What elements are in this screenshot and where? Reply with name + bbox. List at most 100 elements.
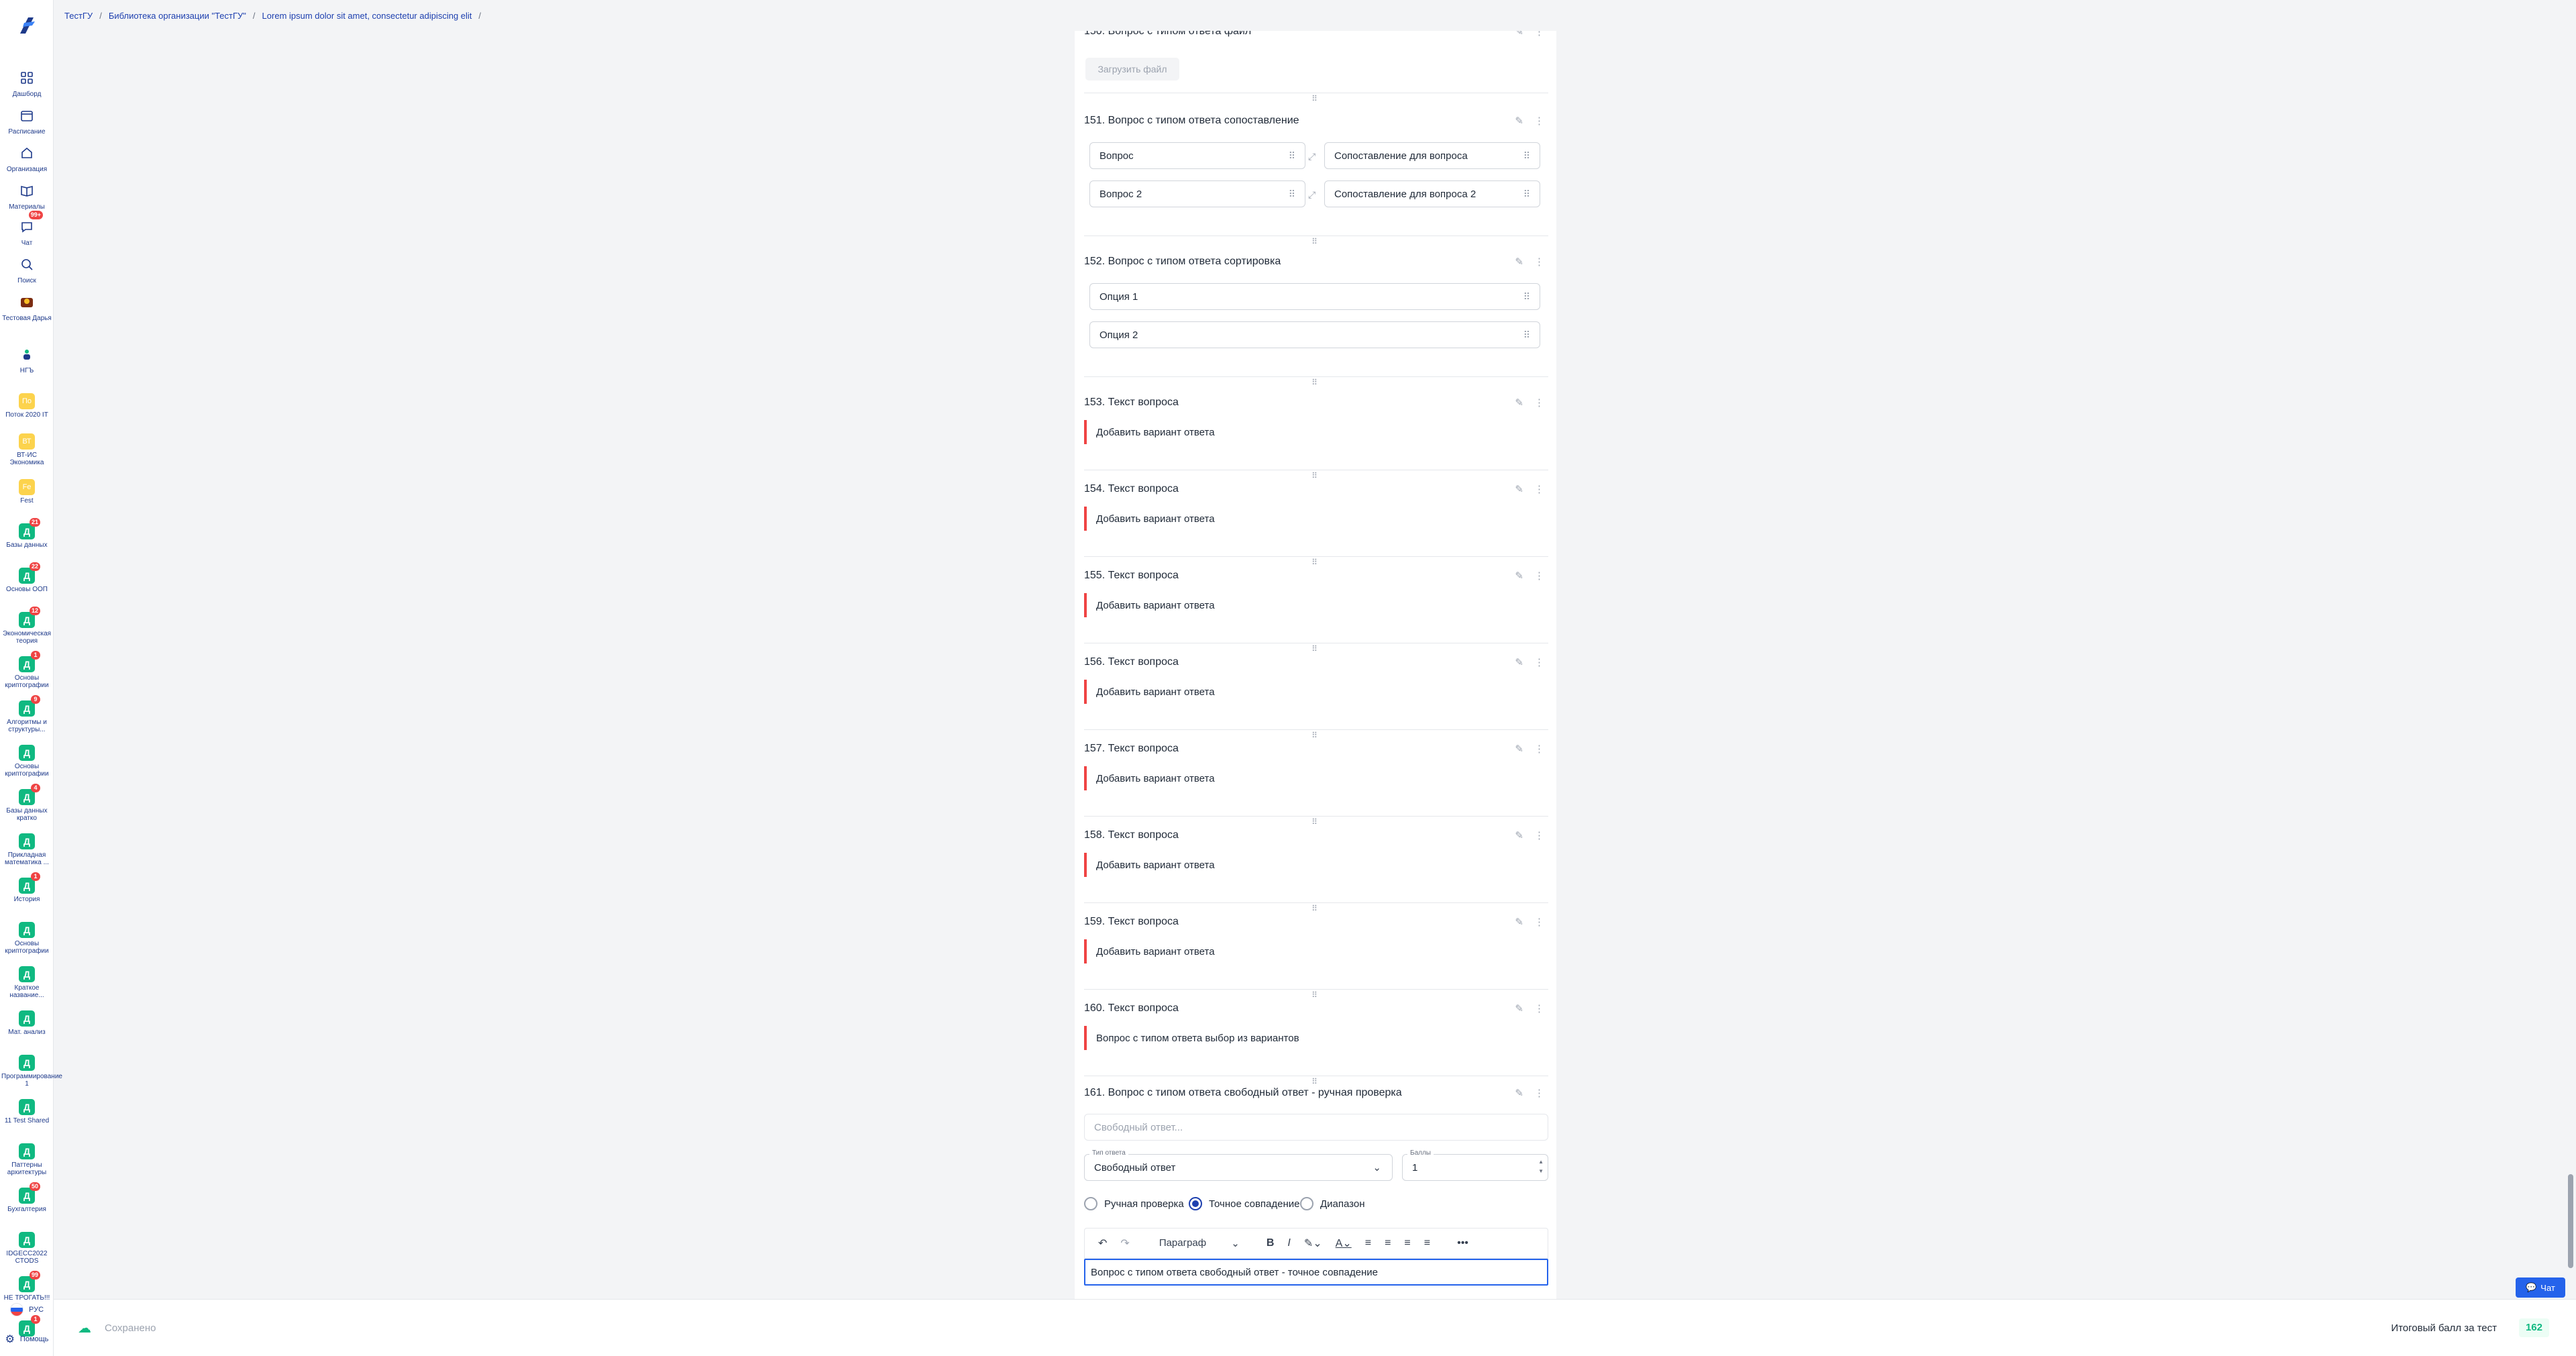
edit-icon[interactable]: ✎ [1515,570,1523,582]
match-left-field[interactable]: Вопрос ⠿ [1089,142,1305,169]
chat-button[interactable]: 💬 Чат [2516,1277,2565,1298]
drag-handle-icon[interactable]: ⠿ [1308,378,1320,386]
sidebar-item-dashboard[interactable]: Дашборд [0,67,54,98]
more-icon[interactable]: ⋮ [1534,1002,1544,1014]
sidebar-course-item[interactable]: Д Основы криптографии [0,745,54,778]
drag-handle-icon[interactable]: ⠿ [1308,818,1320,826]
upload-file-button[interactable]: Загрузить файл [1085,58,1179,81]
add-answer-option[interactable]: Добавить вариант ответа [1084,420,1215,444]
stepper-icon[interactable]: ▲ ▼ [1538,1157,1544,1176]
help-link[interactable]: ⚙ Помощь [0,1333,54,1346]
sidebar-course-item[interactable]: Д 50 Бухгалтерия [0,1182,54,1213]
rich-text-editor[interactable]: Вопрос с типом ответа свободный ответ - … [1084,1259,1548,1286]
drag-handle-icon[interactable]: ⠿ [1523,329,1530,341]
sidebar-course-item[interactable]: Д 21 Базы данных [0,518,54,549]
question-title[interactable]: 150. Вопрос с типом ответа файл [1084,31,1251,38]
sidebar-course-item[interactable]: Д 22 Основы ООП [0,562,54,593]
drag-handle-icon[interactable]: ⠿ [1289,189,1295,200]
sidebar-course-item[interactable]: Д Программирование 1 [0,1055,62,1088]
more-icon[interactable]: ⋮ [1534,483,1544,495]
language-selector[interactable]: РУС [0,1303,54,1316]
add-answer-option[interactable]: Добавить вариант ответа [1084,766,1215,790]
align-right-icon[interactable]: ≡ [1404,1237,1410,1249]
sidebar-group-item[interactable]: По Поток 2020 IT [0,393,54,419]
align-justify-icon[interactable]: ≡ [1424,1237,1430,1249]
undo-icon[interactable]: ↶ [1098,1237,1107,1250]
edit-icon[interactable]: ✎ [1515,1002,1523,1014]
more-icon[interactable]: ⋮ [1534,570,1544,582]
radio-range[interactable]: Диапазон [1300,1197,1365,1210]
more-icon[interactable]: ⋮ [1534,656,1544,668]
sidebar-course-item[interactable]: Д 11 Test Shared [0,1099,54,1125]
question-title[interactable]: 152. Вопрос с типом ответа сортировка [1084,256,1281,268]
more-icon[interactable]: ⋮ [1534,916,1544,928]
add-answer-option[interactable]: Добавить вариант ответа [1084,853,1215,877]
sidebar-course-item[interactable]: Д IDGECC2022 CTODS [0,1232,54,1265]
match-left-field[interactable]: Вопрос 2 ⠿ [1089,180,1305,207]
sidebar-course-item[interactable]: Д 1 История [0,872,54,903]
drag-handle-icon[interactable]: ⠿ [1308,1078,1320,1086]
sidebar-item-materials[interactable]: Материалы [0,180,54,211]
drag-handle-icon[interactable]: ⠿ [1308,472,1320,480]
bold-icon[interactable]: B [1267,1237,1275,1249]
more-icon[interactable]: ⋮ [1534,743,1544,755]
drag-handle-icon[interactable]: ⠿ [1308,904,1320,912]
drag-handle-icon[interactable]: ⠿ [1523,291,1530,303]
question-title[interactable]: 160. Текст вопроса [1084,1002,1179,1014]
sort-option-field[interactable]: Опция 1 ⠿ [1089,283,1540,310]
more-horizontal-icon[interactable]: ••• [1457,1237,1468,1249]
question-title[interactable]: 161. Вопрос с типом ответа свободный отв… [1084,1087,1402,1099]
question-title[interactable]: 158. Текст вопроса [1084,829,1179,841]
add-answer-option[interactable]: Добавить вариант ответа [1084,680,1215,704]
breadcrumb-item[interactable]: Lorem ipsum dolor sit amet, consectetur … [262,11,472,21]
drag-handle-icon[interactable]: ⠿ [1523,150,1530,162]
more-icon[interactable]: ⋮ [1534,829,1544,841]
sidebar-course-item[interactable]: Д 12 Экономическая теория [0,607,54,645]
drag-handle-icon[interactable]: ⠿ [1308,645,1320,653]
breadcrumb-item[interactable]: ТестГУ [64,11,93,21]
more-icon[interactable]: ⋮ [1534,31,1544,38]
free-answer-input[interactable]: Свободный ответ... [1084,1114,1548,1141]
sidebar-item-profile[interactable]: Тестовая Дарья [0,291,54,322]
edit-icon[interactable]: ✎ [1515,115,1523,127]
sidebar-course-item[interactable]: Д 9 Алгоритмы и структуры... [0,695,54,733]
more-icon[interactable]: ⋮ [1534,115,1544,127]
sidebar-group-item[interactable]: ВТ ВТ-ИС Экономика [0,433,54,466]
add-answer-option[interactable]: Вопрос с типом ответа выбор из вариантов [1084,1026,1299,1050]
logo-icon[interactable] [15,13,39,38]
align-center-icon[interactable]: ≡ [1385,1237,1391,1249]
edit-icon[interactable]: ✎ [1515,31,1523,38]
question-title[interactable]: 154. Текст вопроса [1084,483,1179,495]
drag-handle-icon[interactable]: ⠿ [1308,991,1320,999]
question-title[interactable]: 157. Текст вопроса [1084,743,1179,755]
points-input[interactable]: 1 ▲ ▼ [1402,1154,1548,1181]
sidebar-item-organization[interactable]: Организация [0,142,54,173]
sidebar-course-item[interactable]: Д 99 НЕ ТРОГАТЬ!!! [0,1271,54,1302]
more-icon[interactable]: ⋮ [1534,397,1544,409]
drag-handle-icon[interactable]: ⠿ [1308,731,1320,739]
edit-icon[interactable]: ✎ [1515,829,1523,841]
drag-handle-icon[interactable]: ⠿ [1289,150,1295,162]
drag-handle-icon[interactable]: ⠿ [1523,189,1530,200]
redo-icon[interactable]: ↷ [1120,1237,1129,1250]
edit-icon[interactable]: ✎ [1515,397,1523,409]
add-answer-option[interactable]: Добавить вариант ответа [1084,593,1215,617]
sidebar-course-item[interactable]: Д Основы криптографии [0,922,54,955]
font-color-icon[interactable]: A⌄ [1336,1237,1352,1250]
question-title[interactable]: 153. Текст вопроса [1084,397,1179,409]
more-icon[interactable]: ⋮ [1534,1087,1544,1099]
drag-handle-icon[interactable]: ⠿ [1308,558,1320,566]
edit-icon[interactable]: ✎ [1515,743,1523,755]
more-icon[interactable]: ⋮ [1534,256,1544,268]
radio-manual-check[interactable]: Ручная проверка [1084,1197,1184,1210]
edit-icon[interactable]: ✎ [1515,483,1523,495]
edit-icon[interactable]: ✎ [1515,256,1523,268]
match-right-field[interactable]: Сопоставление для вопроса ⠿ [1324,142,1540,169]
question-title[interactable]: 155. Текст вопроса [1084,570,1179,582]
sidebar-course-item[interactable]: Д Мат. анализ [0,1010,54,1036]
sidebar-item-schedule[interactable]: Расписание [0,105,54,136]
paragraph-style-select[interactable]: Параграф ⌄ [1159,1237,1240,1249]
add-answer-option[interactable]: Добавить вариант ответа [1084,507,1215,531]
sort-option-field[interactable]: Опция 2 ⠿ [1089,321,1540,348]
breadcrumb-item[interactable]: Библиотека организации "ТестГУ" [109,11,246,21]
